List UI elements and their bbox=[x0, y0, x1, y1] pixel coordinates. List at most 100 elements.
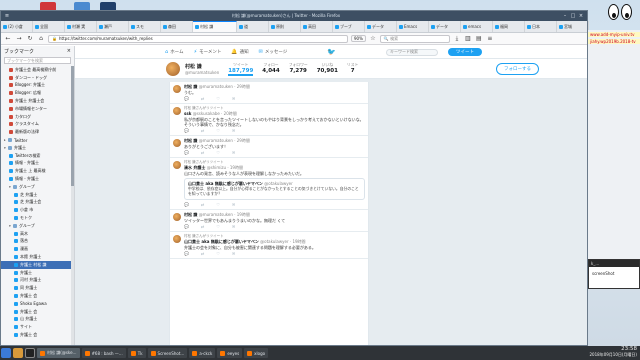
tweet[interactable]: 村松 謙 @muramatsuken · 29時間 うむ。 💬 ⇄ ♡ ✉ bbox=[170, 82, 368, 104]
tab-2[interactable]: 村瀬 実 bbox=[65, 21, 97, 32]
sidebar-scroll-thumb[interactable] bbox=[71, 66, 74, 186]
bookmark-item[interactable]: 山 弁護士 bbox=[1, 316, 74, 324]
tweet[interactable]: 村松 謙さんがリツイート 山口貴士 aka 無駄に感じが悪いヤマベン @otaku… bbox=[170, 232, 368, 259]
tab-10[interactable]: ブーブ bbox=[333, 21, 365, 32]
tab-4[interactable]: スモ bbox=[129, 21, 161, 32]
tweet-author[interactable]: 山口貴士 aka 無駄に感じが悪いヤマベン bbox=[184, 239, 259, 244]
bookmark-item[interactable]: 最新版の法律 bbox=[1, 128, 74, 136]
taskbar-task[interactable]: ScreenShot… bbox=[147, 348, 188, 358]
retweet-icon[interactable]: ⇄ bbox=[201, 202, 204, 207]
profile-stat[interactable]: リスト 7 bbox=[347, 62, 358, 76]
bookmark-item[interactable]: ダンコー・ドッグ bbox=[1, 74, 74, 82]
tweet-avatar[interactable] bbox=[173, 161, 181, 169]
reply-icon[interactable]: 💬 bbox=[184, 128, 189, 133]
home-icon[interactable]: ⌂ bbox=[37, 35, 45, 43]
taskbar-task[interactable]: a-ckck bbox=[189, 348, 216, 358]
tweet[interactable]: 村松 謙 @muramatsuken · 19時間 ツイッター世界でもあんまりうま… bbox=[170, 210, 368, 232]
files-icon[interactable] bbox=[13, 348, 23, 358]
zoom-level[interactable]: 90% bbox=[351, 35, 366, 42]
screenshot-window[interactable]: k_… screenShot bbox=[588, 259, 640, 289]
bookmark-item[interactable]: 弁護士 弁護士会 bbox=[1, 97, 74, 105]
bookmark-star-icon[interactable]: ☆ bbox=[369, 35, 377, 43]
reload-icon[interactable]: ↻ bbox=[26, 35, 34, 43]
like-icon[interactable]: ♡ bbox=[216, 96, 220, 101]
avatar[interactable] bbox=[165, 60, 181, 77]
panel-line[interactable]: jiahy.wp2019b.2018-tv bbox=[588, 39, 640, 44]
forward-icon[interactable]: → bbox=[15, 35, 23, 43]
tab-7[interactable]: 道 bbox=[237, 21, 269, 32]
tweet-author[interactable]: 村松 謙 bbox=[184, 138, 197, 143]
download-icon[interactable]: ⤓ bbox=[453, 35, 461, 43]
reply-icon[interactable]: 💬 bbox=[184, 251, 189, 256]
panel-line[interactable]: www.add-myip-univ.tv bbox=[588, 32, 640, 37]
bookmark-item[interactable]: 弁護士 村松 謙 bbox=[1, 260, 74, 269]
close-icon[interactable]: × bbox=[577, 13, 585, 20]
tab-16[interactable]: 日本 bbox=[525, 21, 557, 32]
tweet-author[interactable]: ssk bbox=[184, 111, 191, 116]
twitter-nav-item[interactable]: ⌂ ホーム bbox=[165, 49, 184, 55]
terminal-icon[interactable] bbox=[25, 348, 35, 358]
reply-icon[interactable]: 💬 bbox=[184, 224, 189, 229]
bookmark-item[interactable]: 情報 - 弁護士 bbox=[1, 160, 74, 168]
quoted-tweet[interactable]: 山口貴士 aka 無駄に感じが悪いヤマベン @otakulawyer 中学校は、依… bbox=[184, 178, 365, 200]
retweet-icon[interactable]: ⇄ bbox=[201, 150, 204, 155]
tweet-avatar[interactable] bbox=[173, 139, 181, 147]
like-icon[interactable]: ♡ bbox=[216, 150, 220, 155]
bookmark-item[interactable]: 落合 bbox=[1, 238, 74, 246]
bookmark-item[interactable]: Blogger: 弁護士 bbox=[1, 82, 74, 90]
bookmark-item[interactable]: 弁護士 会 bbox=[1, 331, 74, 339]
bookmark-item[interactable]: 弁護士 bbox=[1, 269, 74, 277]
taskbar-task[interactable]: eeyes bbox=[217, 348, 243, 358]
taskbar-task[interactable]: 村松 謙(@ske… bbox=[37, 348, 80, 358]
bookmark-item[interactable]: 小倉 市 bbox=[1, 206, 74, 214]
bookmark-item[interactable]: 同 弁護士 bbox=[1, 284, 74, 292]
tab-9[interactable]: 高田 bbox=[301, 21, 333, 32]
retweet-icon[interactable]: ⇄ bbox=[201, 128, 204, 133]
sidebar-toggle-icon[interactable]: ▤ bbox=[475, 35, 483, 43]
profile-name[interactable]: 村松 謙 bbox=[185, 63, 219, 70]
bookmark-item[interactable]: Twitterの検索 bbox=[1, 152, 74, 160]
profile-stat[interactable]: いいね 70,901 bbox=[317, 62, 338, 76]
tab-1[interactable]: 全国 bbox=[33, 21, 65, 32]
bookmark-item[interactable]: 漫画 bbox=[1, 245, 74, 253]
tab-8[interactable]: 原則 bbox=[269, 21, 301, 32]
tab-15[interactable]: 福岡 bbox=[493, 21, 525, 32]
tweet-avatar[interactable] bbox=[173, 85, 181, 93]
bookmark-search-input[interactable]: ブックマークを検索 bbox=[4, 57, 71, 64]
bookmark-item[interactable]: 市場情報センター bbox=[1, 105, 74, 113]
sidebar-close-icon[interactable]: × bbox=[67, 48, 71, 54]
window-menu-icon[interactable]: ≡ bbox=[3, 13, 11, 20]
twitter-bird-icon[interactable]: 🐦 bbox=[327, 48, 336, 56]
window-titlebar[interactable]: ≡ 村松 謙(@muramatsuken)さん | Twitter - Mozi… bbox=[1, 11, 587, 21]
taskbar-task[interactable]: xlogo bbox=[244, 348, 269, 358]
profile-stat[interactable]: フォロワー 7,279 bbox=[289, 62, 308, 76]
twitter-nav-item[interactable]: ⚡ モーメント bbox=[194, 49, 222, 55]
retweet-icon[interactable]: ⇄ bbox=[201, 96, 204, 101]
sidebar-title[interactable]: ブックマーク bbox=[4, 48, 34, 55]
tab-5[interactable]: 森田 bbox=[161, 21, 193, 32]
tab-0[interactable]: (2) 小倉 bbox=[1, 21, 33, 32]
dm-icon[interactable]: ✉ bbox=[232, 224, 235, 229]
bookmark-item[interactable]: モトク bbox=[1, 214, 74, 222]
bookmark-item[interactable]: ▾ グループ bbox=[1, 183, 74, 191]
retweet-icon[interactable]: ⇄ bbox=[201, 251, 204, 256]
dm-icon[interactable]: ✉ bbox=[232, 150, 235, 155]
tweet[interactable]: 村松 謙さんがリツイート 清水 弁護士 @shimizu · 19時間 山口さんの発… bbox=[170, 158, 368, 210]
bookmark-item[interactable]: 河村 弁護士 bbox=[1, 277, 74, 285]
reply-icon[interactable]: 💬 bbox=[184, 150, 189, 155]
dm-icon[interactable]: ✉ bbox=[232, 128, 235, 133]
bookmark-item[interactable]: ▸ Twitter bbox=[1, 136, 74, 144]
tweet-avatar[interactable] bbox=[173, 234, 181, 243]
tweet-author[interactable]: 清水 弁護士 bbox=[184, 165, 205, 170]
bookmark-item[interactable]: 情報 - 弁護士 bbox=[1, 175, 74, 183]
profile-stat[interactable]: フォロー 4,044 bbox=[262, 62, 279, 76]
tweet-avatar[interactable] bbox=[173, 107, 181, 115]
bookmark-item[interactable]: 弁護士会 最高検察庁前 bbox=[1, 66, 74, 74]
maximize-icon[interactable]: □ bbox=[569, 13, 577, 20]
bookmark-item[interactable]: Shoko Egawa bbox=[1, 300, 74, 308]
menu-icon[interactable]: ≡ bbox=[486, 35, 494, 43]
taskbar-task[interactable]: Tk bbox=[127, 348, 146, 358]
dm-icon[interactable]: ✉ bbox=[232, 202, 235, 207]
tweet-button[interactable]: ツイート bbox=[447, 48, 482, 56]
like-icon[interactable]: ♡ bbox=[216, 224, 220, 229]
